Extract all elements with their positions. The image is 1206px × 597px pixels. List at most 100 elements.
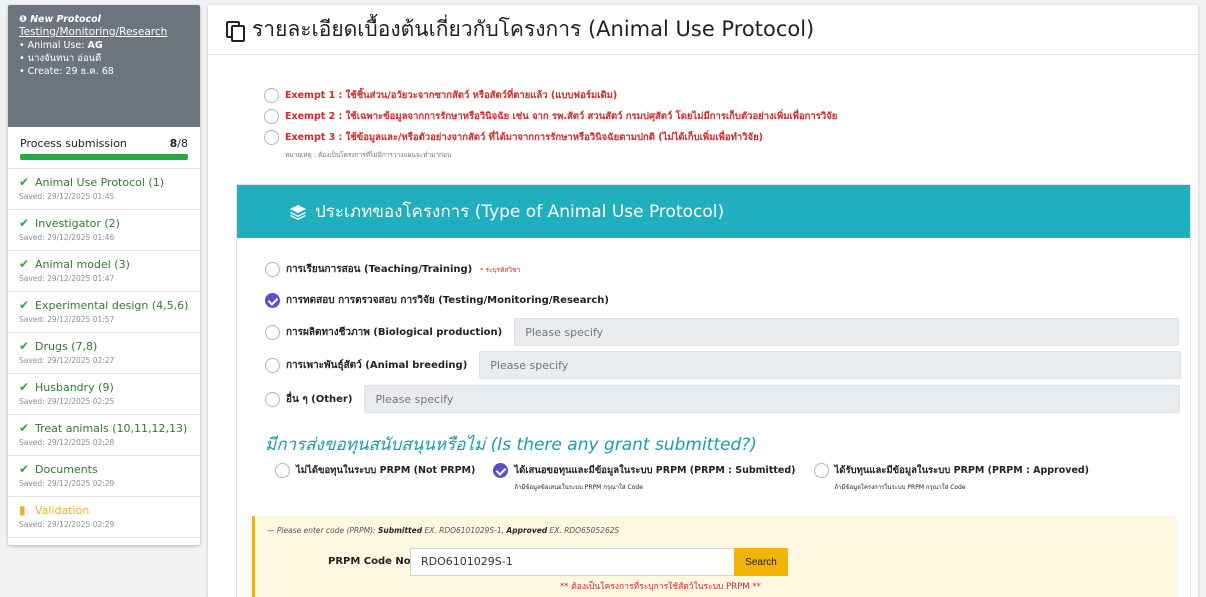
sidebar-step[interactable]: ✔ Drugs (7,8) Saved: 29/12/2025 02:27 [8, 333, 200, 374]
progress-label: Process submission [20, 137, 127, 150]
sidebar-step-title: ✔ Husbandry (9) [19, 380, 190, 394]
sidebar-step-label: Investigator (2) [35, 216, 120, 230]
sidebar-step-saved: Saved: 29/12/2025 01:47 [19, 274, 115, 283]
type-option-biological[interactable]: การผลิตทางชีวภาพ (Biological production) [265, 318, 1180, 346]
other-radio[interactable] [265, 391, 280, 407]
sidebar-step[interactable]: ✔ Animal Use Protocol (1) Saved: 29/12/202… [8, 169, 200, 210]
type-option-other[interactable]: อื่น ๆ (Other) [265, 385, 1181, 413]
sidebar-step-title: ✔ Experimental design (4,5,6) [19, 298, 190, 312]
check-icon: ✔ [19, 339, 30, 353]
teaching-label: การเรียนการสอน (Teaching/Training) [286, 264, 473, 275]
owner-name: • นางจันทนา อ่อนดี [19, 53, 102, 64]
teaching-radio[interactable] [265, 262, 280, 277]
sidebar-step-saved: Saved: 29/12/2025 01:46 [19, 233, 115, 242]
biological-label: การผลิตทางชีวภาพ (Biological production) [286, 326, 503, 338]
copy-icon [226, 20, 245, 42]
info-icon: ❶ [19, 14, 28, 25]
exempt-option-3[interactable]: Exempt 3 : ใช้ข้อมูลและ/หรือตัวอย่างจากส… [264, 127, 837, 148]
sidebar-step-saved: Saved: 29/12/2025 02:25 [19, 397, 115, 406]
prpm-search-button[interactable]: Search [734, 548, 788, 576]
grant-option-submitted[interactable]: ได้เสนอขอทุนและมีข้อมูลในระบบ PRPM (PRPM… [493, 463, 796, 492]
sidebar-step[interactable]: ✔ Husbandry (9) Saved: 29/12/2025 02:25 [8, 374, 200, 415]
exempt-2-label: Exempt 2 : ใช้เฉพาะข้อมูลจากการรักษาหรือ… [285, 111, 838, 122]
exempt-option-1[interactable]: Exempt 1 : ใช้ชิ้นส่วน/อวัยวะจากซากสัตว์… [264, 85, 837, 106]
protocol-type-title: ประเภทของโครงการ (Type of Animal Use Pro… [315, 202, 725, 222]
breeding-radio[interactable] [265, 357, 280, 373]
grant-question: มีการส่งขอทุนสนับสนุนหรือไม่ (Is there a… [265, 435, 757, 455]
grant-options: ไม่ได้ขอทุนในระบบ PRPM (Not PRPM) ได้เสน… [275, 463, 1089, 492]
exempt-option-2[interactable]: Exempt 2 : ใช้เฉพาะข้อมูลจากการรักษาหรือ… [264, 106, 837, 127]
sidebar-step-saved: Saved: 29/12/2025 02:29 [19, 520, 115, 529]
sidebar-step[interactable]: ✔ Treat animals (10,11,12,13) Saved: 29/12… [8, 415, 200, 456]
type-option-research[interactable]: การทดสอบ การตรวจสอบ การวิจัย (Testing/Mo… [265, 293, 609, 308]
sidebar-step[interactable]: ✔ Investigator (2) Saved: 29/12/2025 01:46 [8, 210, 200, 251]
animal-use-code: AG [87, 40, 103, 51]
check-icon: ✔ [19, 175, 30, 189]
progress-bar-fill [20, 154, 188, 160]
prpm-code-label: PRPM Code No. [328, 556, 415, 567]
protocol-title-row: ❶ New Protocol [19, 13, 190, 26]
not-prpm-radio[interactable] [275, 463, 290, 478]
not-prpm-label: ไม่ได้ขอทุนในระบบ PRPM (Not PRPM) [296, 465, 476, 476]
sidebar-step-label: Experimental design (4,5,6) [35, 298, 189, 312]
prpm-code-input[interactable]: RDO6101029S-1 [410, 548, 737, 576]
sidebar-step-label: Husbandry (9) [35, 380, 114, 394]
progress-bar [20, 154, 188, 160]
sidebar-step-saved: Saved: 29/12/2025 01:57 [19, 315, 115, 324]
exempt-3-radio[interactable] [264, 130, 279, 145]
sidebar-step-saved: Saved: 29/12/2025 01:45 [19, 192, 115, 201]
breeding-specify-input[interactable] [479, 351, 1182, 379]
research-label: การทดสอบ การตรวจสอบ การวิจัย (Testing/Mo… [286, 295, 609, 306]
sidebar-step-title: ✔ Animal Use Protocol (1) [19, 175, 190, 189]
check-icon: ✔ [19, 421, 30, 435]
sidebar-step-label: Animal Use Protocol (1) [35, 175, 165, 189]
layers-icon [289, 204, 307, 220]
page-title: รายละเอียดเบื้องต้นเกี่ยวกับโครงการ (Ani… [252, 17, 815, 41]
exempt-1-radio[interactable] [264, 88, 279, 103]
type-option-teaching[interactable]: การเรียนการสอน (Teaching/Training) * ระบ… [265, 262, 520, 277]
sidebar-step-label: Documents [35, 462, 98, 476]
biological-radio[interactable] [265, 324, 280, 340]
sidebar: ❶ New Protocol Testing/Monitoring/Resear… [8, 5, 200, 545]
sidebar-step-title: ✔ Treat animals (10,11,12,13) [19, 421, 190, 435]
sidebar-step-title: ✔ Drugs (7,8) [19, 339, 190, 353]
submitted-radio[interactable] [493, 463, 509, 478]
exempt-options: Exempt 1 : ใช้ชิ้นส่วน/อวัยวะจากซากสัตว์… [264, 85, 837, 160]
grant-option-not-prpm[interactable]: ไม่ได้ขอทุนในระบบ PRPM (Not PRPM) [275, 463, 475, 492]
main-panel: รายละเอียดเบื้องต้นเกี่ยวกับโครงการ (Ani… [208, 5, 1198, 597]
approved-label: ได้รับทุนและมีข้อมูลในระบบ PRPM (PRPM : … [834, 465, 1090, 476]
protocol-type-link[interactable]: Testing/Monitoring/Research [19, 26, 190, 39]
sidebar-step[interactable]: ✔ Animal model (3) Saved: 29/12/2025 01:47 [8, 251, 200, 292]
file-warning-icon: ▮ [19, 503, 26, 517]
protocol-type-panel: ประเภทของโครงการ (Type of Animal Use Pro… [236, 184, 1191, 597]
check-icon: ✔ [19, 257, 30, 271]
sidebar-step-saved: Saved: 29/12/2025 02:29 [19, 479, 115, 488]
protocol-title: New Protocol [30, 14, 101, 25]
biological-specify-input[interactable] [514, 318, 1180, 346]
sidebar-step-label: Animal model (3) [35, 257, 130, 271]
grant-option-approved[interactable]: ได้รับทุนและมีข้อมูลในระบบ PRPM (PRPM : … [813, 463, 1090, 492]
sidebar-step-title: ✔ Documents [19, 462, 190, 476]
other-specify-input[interactable] [364, 385, 1181, 413]
sidebar-step-title: ✔ Animal model (3) [19, 257, 190, 271]
prpm-code-box: — Please enter code (PRPM): Submitted EX… [252, 516, 1177, 597]
submitted-label: ได้เสนอขอทุนและมีข้อมูลในระบบ PRPM (PRPM… [514, 465, 796, 476]
protocol-summary: ❶ New Protocol Testing/Monitoring/Resear… [8, 5, 200, 127]
sidebar-step-label: Treat animals (10,11,12,13) [35, 421, 188, 435]
protocol-type-header: ประเภทของโครงการ (Type of Animal Use Pro… [237, 185, 1190, 238]
check-icon: ✔ [19, 380, 30, 394]
type-option-breeding[interactable]: การเพาะพันธุ์สัตว์ (Animal breeding) [265, 351, 1182, 379]
exempt-1-label: Exempt 1 : ใช้ชิ้นส่วน/อวัยวะจากซากสัตว์… [285, 90, 618, 101]
breeding-label: การเพาะพันธุ์สัตว์ (Animal breeding) [286, 359, 468, 371]
sidebar-step-title: ▮ Validation [19, 503, 190, 517]
other-label: อื่น ๆ (Other) [286, 393, 353, 405]
sidebar-step[interactable]: ✔ Documents Saved: 29/12/2025 02:29 [8, 456, 200, 497]
prpm-code-hint: — Please enter code (PRPM): Submitted EX… [267, 526, 620, 535]
research-radio[interactable] [265, 293, 280, 308]
sidebar-step[interactable]: ✔ Experimental design (4,5,6) Saved: 29/12… [8, 292, 200, 333]
sidebar-step[interactable]: ▮ Validation Saved: 29/12/2025 02:29 [8, 497, 200, 538]
sidebar-step-saved: Saved: 29/12/2025 02:27 [19, 356, 115, 365]
exempt-3-label: Exempt 3 : ใช้ข้อมูลและ/หรือตัวอย่างจากส… [285, 132, 763, 143]
approved-radio[interactable] [813, 463, 829, 478]
exempt-2-radio[interactable] [264, 109, 279, 124]
